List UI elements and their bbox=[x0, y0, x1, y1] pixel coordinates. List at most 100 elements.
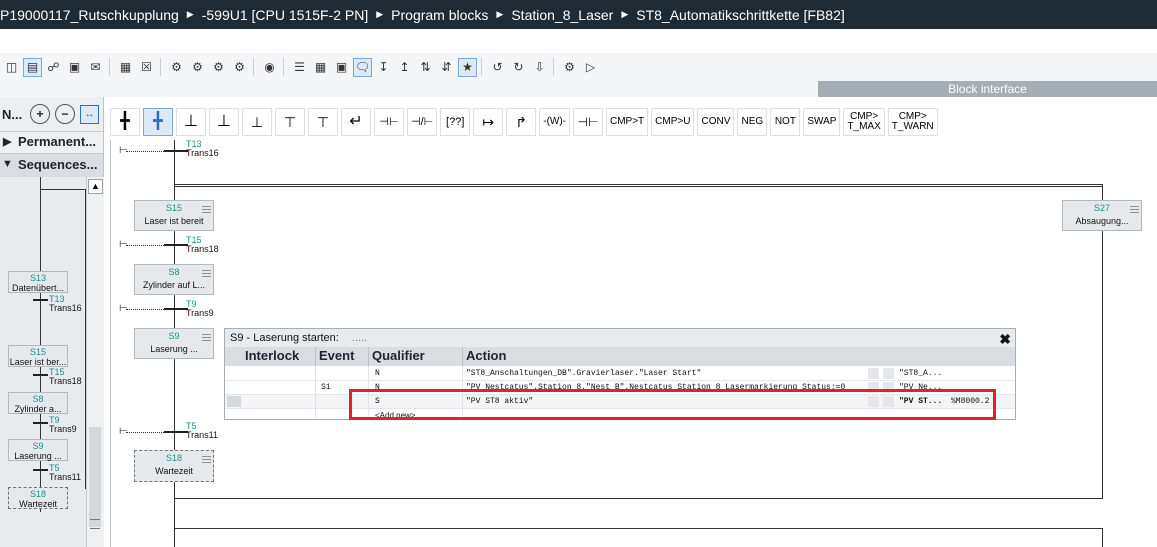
compare-eq-icon[interactable]: ⊣⊢ bbox=[573, 108, 603, 136]
sequences-label: Sequences... bbox=[18, 157, 98, 172]
insert-step-icon[interactable]: ▦ bbox=[116, 58, 135, 77]
nc-contact-icon[interactable]: ⊣/⊢ bbox=[407, 108, 438, 136]
star-icon[interactable]: ★ bbox=[458, 57, 477, 77]
sequences-section[interactable]: ▼ Sequences... bbox=[0, 153, 103, 177]
transition-bar bbox=[164, 244, 188, 246]
stop-icon[interactable]: ⊥ bbox=[242, 108, 272, 136]
close-icon[interactable]: ✖ bbox=[999, 330, 1011, 348]
action-table-header: Interlock Event Qualifier Action bbox=[225, 347, 1015, 366]
compare-icon[interactable]: ⚙ bbox=[560, 58, 579, 77]
sequence-view-icon[interactable]: ☰ bbox=[290, 58, 309, 77]
overview-scrollbar[interactable]: ▲ bbox=[86, 177, 104, 547]
transition-label: T5 Trans11 bbox=[186, 421, 219, 440]
no-contact-icon[interactable]: ⊣⊢ bbox=[374, 108, 404, 136]
return-icon[interactable]: ↵ bbox=[341, 108, 371, 136]
transition-label: T15 Trans18 bbox=[186, 235, 219, 254]
comment-icon[interactable]: 🗨 bbox=[353, 57, 372, 77]
step-grid-icon[interactable] bbox=[202, 204, 211, 213]
scroll-track[interactable] bbox=[89, 427, 101, 527]
simulate-icon[interactable]: ▷ bbox=[581, 58, 600, 77]
chevron-right-icon: ▶ bbox=[376, 9, 384, 19]
step-grid-icon[interactable] bbox=[1130, 204, 1139, 213]
neg-button[interactable]: NEG bbox=[737, 108, 768, 136]
cmp-u-button[interactable]: CMP>U bbox=[651, 108, 695, 136]
network-icon[interactable]: ☍ bbox=[44, 58, 63, 77]
transition-label: T9 Trans9 bbox=[186, 299, 214, 318]
toolbar-divider bbox=[553, 58, 554, 76]
overview-transition-label: T9 Trans9 bbox=[49, 415, 77, 434]
breadcrumb-project[interactable]: P19000117_Rutschkupplung bbox=[0, 7, 185, 23]
permanent-view-icon[interactable]: ▣ bbox=[332, 58, 351, 77]
transition-bar bbox=[164, 150, 188, 152]
single-step-view-icon[interactable]: ▦ bbox=[311, 58, 330, 77]
branch-simultaneous-icon[interactable]: ⊤ bbox=[308, 108, 338, 136]
overview-step[interactable]: S18 Wartezeit bbox=[8, 487, 68, 509]
close-branch-icon[interactable]: ↱ bbox=[506, 108, 537, 136]
empty-box-icon[interactable]: [??] bbox=[440, 108, 471, 136]
monitor-icon[interactable]: ⚙ bbox=[167, 58, 186, 77]
transition-icon[interactable]: ⊥ bbox=[176, 108, 206, 136]
coil-icon[interactable]: -(W)- bbox=[539, 108, 570, 136]
zoom-in-icon[interactable]: + bbox=[30, 104, 50, 124]
monitor-off-icon[interactable]: ⚙ bbox=[188, 58, 207, 77]
column-event[interactable]: Event bbox=[319, 348, 354, 363]
fit-width-icon[interactable]: ↔ bbox=[80, 104, 99, 124]
collapse-icon[interactable]: ↥ bbox=[395, 58, 414, 77]
breadcrumb: P19000117_Rutschkupplung ▶ -599U1 [CPU 1… bbox=[0, 0, 1157, 29]
undo-error-icon[interactable]: ↺ bbox=[488, 58, 507, 77]
watch-icon[interactable]: ⚙ bbox=[209, 58, 228, 77]
watch-all-icon[interactable]: ⚙ bbox=[230, 58, 249, 77]
breadcrumb-cpu[interactable]: -599U1 [CPU 1515F-2 PN] bbox=[202, 7, 375, 23]
step-grid-icon[interactable] bbox=[202, 454, 211, 463]
sequence-overview[interactable]: S13 Datenübert... T13 Trans16 S15 Laser i… bbox=[0, 177, 86, 547]
step-grid-icon[interactable] bbox=[202, 268, 211, 277]
goto-icon[interactable]: ◉ bbox=[260, 58, 279, 77]
breadcrumb-station[interactable]: Station_8_Laser bbox=[511, 7, 619, 23]
overview-step[interactable]: S9 Laserung ... bbox=[8, 439, 68, 461]
list-view-icon[interactable]: ▤ bbox=[23, 57, 42, 77]
cmp-t-button[interactable]: CMP>T bbox=[606, 108, 649, 136]
step-transition-icon[interactable]: ╋ bbox=[143, 108, 173, 136]
column-action[interactable]: Action bbox=[466, 348, 506, 363]
breadcrumb-program-blocks[interactable]: Program blocks bbox=[391, 7, 494, 23]
jump-icon[interactable]: ⊥ bbox=[209, 108, 239, 136]
sort-icon[interactable]: ⇵ bbox=[437, 58, 456, 77]
column-qualifier[interactable]: Qualifier bbox=[372, 348, 425, 363]
cmp-twarn-button[interactable]: CMP> T_WARN bbox=[887, 108, 938, 136]
arrange-icon[interactable]: ⇅ bbox=[416, 58, 435, 77]
swap-button[interactable]: SWAP bbox=[803, 108, 841, 136]
overview-transition-bar bbox=[33, 469, 48, 471]
overview-transition-bar bbox=[33, 374, 48, 376]
delete-step-icon[interactable]: ☒ bbox=[137, 58, 156, 77]
permanent-instructions-section[interactable]: ▶ Permanent... bbox=[0, 131, 103, 153]
breadcrumb-block[interactable]: ST8_Automatikschrittkette [FB82] bbox=[636, 7, 851, 23]
step-grid-icon[interactable] bbox=[202, 332, 211, 341]
editor-border bbox=[110, 140, 111, 547]
expand-down-icon[interactable]: ↧ bbox=[374, 58, 393, 77]
graph-editor-canvas[interactable] bbox=[110, 106, 1157, 547]
branch-alternative-icon[interactable]: ⊤ bbox=[275, 108, 305, 136]
overview-step[interactable]: S15 Laser ist ber... bbox=[8, 345, 68, 367]
table-row[interactable]: N "ST8_Anschaltungen_DB".Gravierlaser."L… bbox=[225, 367, 1015, 381]
window-icon[interactable]: ▣ bbox=[65, 58, 84, 77]
block-interface-toggle[interactable]: Block interface bbox=[818, 81, 1157, 97]
scroll-up-icon[interactable]: ▲ bbox=[88, 179, 103, 194]
column-interlock[interactable]: Interlock bbox=[245, 348, 299, 363]
redo-error-icon[interactable]: ↻ bbox=[509, 58, 528, 77]
action-table-title: S9 - Laserung starten: ..... ✖ bbox=[225, 329, 1015, 347]
download-icon[interactable]: ⇩ bbox=[530, 58, 549, 77]
chevron-down-icon: ▼ bbox=[2, 158, 13, 170]
mail-icon[interactable]: ✉ bbox=[86, 58, 105, 77]
overview-transition-label: T15 Trans18 bbox=[49, 367, 82, 386]
conv-button[interactable]: CONV bbox=[697, 108, 735, 136]
overview-transition-label: T13 Trans16 bbox=[49, 294, 82, 313]
cmp-tmax-button[interactable]: CMP> T_MAX bbox=[843, 108, 885, 136]
zoom-out-icon[interactable]: − bbox=[55, 104, 75, 124]
folder-icon[interactable]: ◫ bbox=[2, 58, 21, 77]
overview-step[interactable]: S13 Datenübert... bbox=[8, 271, 68, 293]
open-branch-icon[interactable]: ↦ bbox=[473, 108, 504, 136]
resize-grip-icon[interactable] bbox=[90, 519, 100, 529]
not-button[interactable]: NOT bbox=[770, 108, 801, 136]
overview-step[interactable]: S8 Zylinder a... bbox=[8, 392, 68, 414]
step-icon[interactable]: ╋ bbox=[110, 108, 140, 136]
